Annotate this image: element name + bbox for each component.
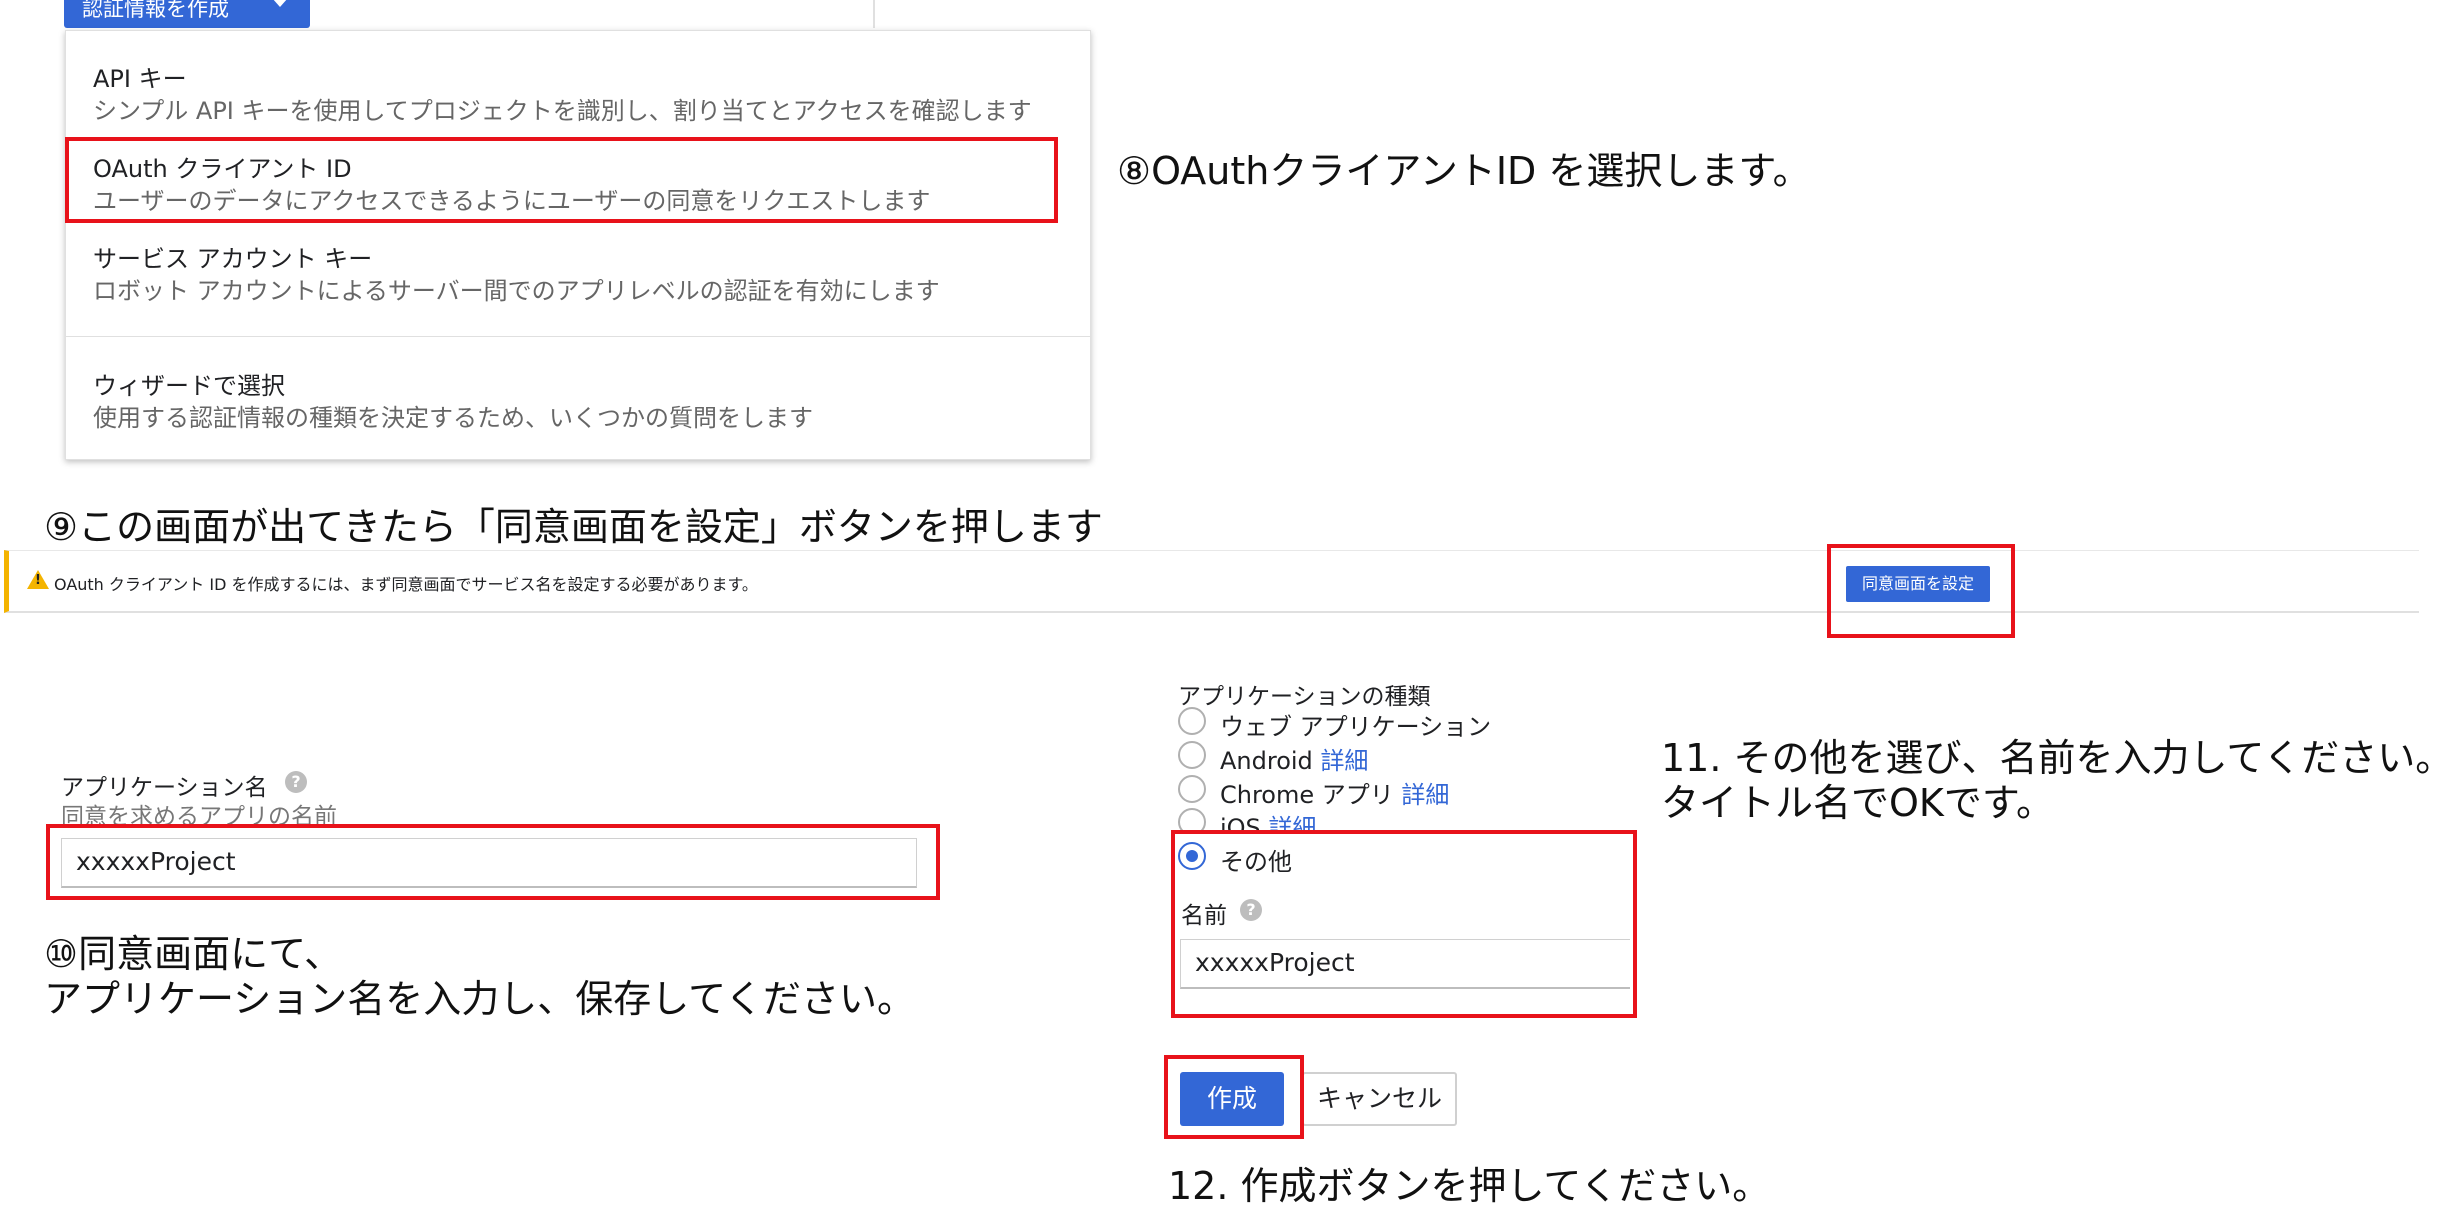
radio-label: ウェブ アプリケーション bbox=[1220, 713, 1492, 741]
step10-annotation-line2: アプリケーション名を入力し、保存してください。 bbox=[44, 977, 915, 1021]
radio-option-android[interactable]: Android 詳細 bbox=[1178, 741, 1598, 775]
details-link[interactable]: 詳細 bbox=[1320, 747, 1368, 775]
menu-item-desc: ロボット アカウントによるサーバー間でのアプリレベルの認証を有効にします bbox=[93, 277, 940, 305]
menu-item-title: サービス アカウント キー bbox=[93, 245, 373, 273]
radio-button[interactable] bbox=[1178, 741, 1206, 769]
menu-item-desc: シンプル API キーを使用してプロジェクトを識別し、割り当てとアクセスを確認し… bbox=[93, 97, 1032, 125]
highlight-box-create bbox=[1164, 1055, 1304, 1139]
cancel-button[interactable]: キャンセル bbox=[1302, 1072, 1457, 1126]
radio-button[interactable] bbox=[1178, 707, 1206, 735]
divider bbox=[873, 0, 875, 28]
banner-message: OAuth クライアント ID を作成するには、まず同意画面でサービス名を設定す… bbox=[54, 575, 758, 594]
radio-label: Chrome アプリ bbox=[1220, 781, 1394, 809]
highlight-box-oauth bbox=[65, 137, 1058, 223]
create-credentials-label: 認証情報を作成 bbox=[82, 0, 229, 21]
step12-annotation: 12. 作成ボタンを押してください。 bbox=[1168, 1164, 1771, 1208]
menu-item-title: ウィザードで選択 bbox=[93, 372, 285, 400]
menu-item-wizard[interactable]: ウィザードで選択 使用する認証情報の種類を決定するため、いくつかの質問をします bbox=[66, 366, 1090, 456]
help-icon[interactable]: ? bbox=[285, 771, 307, 793]
radio-option-chrome[interactable]: Chrome アプリ 詳細 bbox=[1178, 775, 1598, 809]
menu-item-api-key[interactable]: API キー シンプル API キーを使用してプロジェクトを識別し、割り当てとア… bbox=[66, 31, 1090, 125]
highlight-box-consent-button bbox=[1827, 544, 2015, 638]
caret-down-icon bbox=[272, 0, 288, 7]
warning-banner: ! OAuth クライアント ID を作成するには、まず同意画面でサービス名を設… bbox=[4, 550, 2419, 613]
application-type-label: アプリケーションの種類 bbox=[1178, 684, 1431, 710]
menu-item-title: API キー bbox=[93, 65, 187, 93]
menu-item-service-account-key[interactable]: サービス アカウント キー ロボット アカウントによるサーバー間でのアプリレベル… bbox=[66, 239, 1090, 329]
radio-button[interactable] bbox=[1178, 808, 1206, 832]
highlight-box-other-name bbox=[1171, 830, 1637, 1018]
details-link[interactable]: 詳細 bbox=[1401, 781, 1449, 809]
step11-annotation-line2: タイトル名でOKです。 bbox=[1661, 781, 2055, 825]
step9-annotation: ⑨この画面が出てきたら「同意画面を設定」ボタンを押します bbox=[44, 505, 1103, 549]
highlight-box-app-name bbox=[46, 824, 940, 900]
radio-button[interactable] bbox=[1178, 775, 1206, 803]
radio-option-web[interactable]: ウェブ アプリケーション bbox=[1178, 707, 1598, 741]
warning-icon: ! bbox=[27, 570, 49, 589]
create-credentials-button[interactable]: 認証情報を作成 bbox=[64, 0, 310, 28]
menu-item-desc: 使用する認証情報の種類を決定するため、いくつかの質問をします bbox=[93, 404, 813, 432]
menu-divider bbox=[66, 336, 1090, 337]
radio-option-ios[interactable]: iOS 詳細 bbox=[1178, 808, 1598, 832]
step8-annotation: ⑧OAuthクライアントID を選択します。 bbox=[1117, 149, 1811, 193]
credentials-menu: API キー シンプル API キーを使用してプロジェクトを識別し、割り当てとア… bbox=[65, 30, 1091, 460]
radio-label: Android bbox=[1220, 747, 1313, 775]
